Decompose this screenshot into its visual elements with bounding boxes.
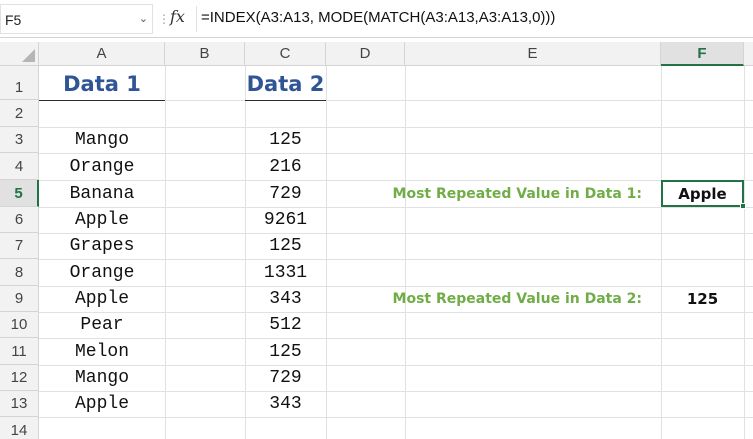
chevron-down-icon[interactable]: ⌄ [139,12,148,25]
data1-cell[interactable]: Pear [39,312,165,338]
insert-function-icon[interactable]: fx [170,7,185,26]
data2-cell[interactable]: 125 [245,233,326,259]
data2-cell[interactable]: 9261 [245,207,326,233]
grid-line [326,66,327,439]
select-all-icon [22,49,35,62]
data1-cell[interactable]: Mango [39,365,165,391]
column-header-b[interactable]: B [165,42,245,66]
data2-header[interactable]: Data 2 [245,68,326,100]
data2-cell[interactable]: 1331 [245,259,326,286]
row-header-3[interactable]: 3 [0,127,39,153]
row-header-5[interactable]: 5 [0,180,39,207]
data2-cell[interactable]: 729 [245,180,326,207]
data2-cell[interactable]: 216 [245,153,326,180]
row-header-12[interactable]: 12 [0,365,39,391]
data2-cell[interactable]: 343 [245,391,326,417]
row-header-7[interactable]: 7 [0,233,39,259]
data2-cell[interactable]: 125 [245,127,326,153]
row-header-2[interactable]: 2 [0,100,39,127]
row-header-10[interactable]: 10 [0,312,39,338]
column-header-d[interactable]: D [326,42,405,66]
data2-cell[interactable]: 343 [245,286,326,312]
fill-handle[interactable] [740,203,746,209]
data1-cell[interactable]: Orange [39,153,165,180]
data1-cell[interactable]: Banana [39,180,165,207]
data1-cell[interactable]: Mango [39,127,165,153]
formula-bar-divider [196,6,197,32]
row-header-9[interactable]: 9 [0,286,39,312]
data2-cell[interactable]: 125 [245,338,326,365]
grid-line [39,417,753,418]
result-label-data2[interactable]: Most Repeated Value in Data 2: [393,286,642,312]
data1-cell[interactable]: Apple [39,286,165,312]
row-header-8[interactable]: 8 [0,259,39,286]
grid-line [661,66,662,439]
row-header-6[interactable]: 6 [0,207,39,233]
formula-bar: F5 ⌄ ⋮ fx =INDEX(A3:A13, MODE(MATCH(A3:A… [0,0,753,38]
active-cell-selection [661,180,744,207]
result-label-data1[interactable]: Most Repeated Value in Data 1: [393,180,642,207]
column-header-c[interactable]: C [245,42,326,66]
name-box[interactable]: F5 ⌄ [0,4,153,34]
row-header-13[interactable]: 13 [0,391,39,417]
row-header-11[interactable]: 11 [0,338,39,365]
data2-cell[interactable]: 512 [245,312,326,338]
data1-cell[interactable]: Orange [39,259,165,286]
data1-cell[interactable]: Apple [39,391,165,417]
result-value-data2[interactable]: 125 [661,286,744,312]
data2-header-underline [245,100,326,101]
select-all-button[interactable] [0,42,39,66]
data1-cell[interactable]: Apple [39,207,165,233]
data1-cell[interactable]: Melon [39,338,165,365]
data1-cell[interactable]: Grapes [39,233,165,259]
row-header-14[interactable]: 14 [0,417,39,439]
row-header-4[interactable]: 4 [0,153,39,180]
grid-line [744,66,745,439]
grid-line [405,66,406,439]
column-header-f[interactable]: F [661,42,744,66]
column-header-e[interactable]: E [405,42,661,66]
grid-line [165,66,166,439]
data1-header[interactable]: Data 1 [39,68,165,100]
column-header-a[interactable]: A [39,42,165,66]
data2-cell[interactable]: 729 [245,365,326,391]
data1-header-underline [39,100,165,101]
name-box-value: F5 [5,12,22,28]
column-header-g[interactable] [744,42,753,66]
formula-input[interactable]: =INDEX(A3:A13, MODE(MATCH(A3:A13,A3:A13,… [201,9,555,26]
row-header-1[interactable]: 1 [0,66,39,100]
